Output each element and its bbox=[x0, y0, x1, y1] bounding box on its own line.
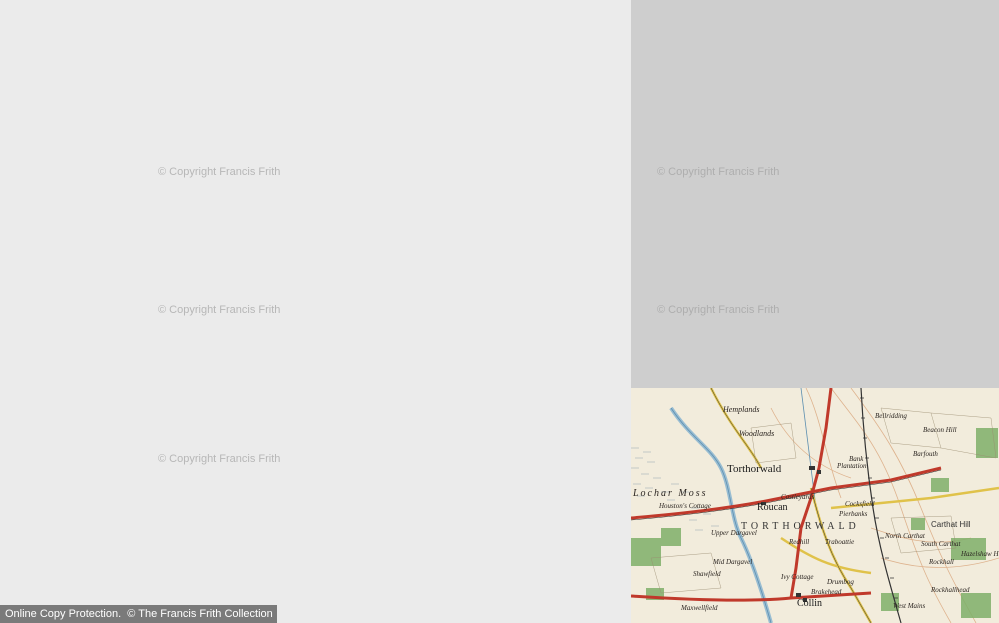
copyright-watermark: © Copyright Francis Frith bbox=[158, 453, 281, 465]
place-label: Woodlands bbox=[739, 429, 774, 438]
place-label: Plantation bbox=[836, 462, 867, 470]
collection-credit: © The Francis Frith Collection bbox=[127, 608, 273, 620]
place-label: Lochar Moss bbox=[632, 488, 708, 499]
place-label: Castleyards bbox=[781, 493, 814, 501]
place-label: Beacon Hill bbox=[923, 426, 957, 434]
place-label: South Carthat bbox=[921, 540, 962, 548]
place-label: North Carthat bbox=[884, 532, 926, 540]
copyright-footer: Online Copy Protection. © The Francis Fr… bbox=[0, 605, 277, 623]
place-label: Houston's Cottage bbox=[658, 502, 711, 510]
place-label: Carthat Hill bbox=[931, 520, 971, 529]
place-label: Rockhall bbox=[928, 558, 954, 566]
copyright-watermark: © Copyright Francis Frith bbox=[657, 166, 780, 178]
place-label: Shawfield bbox=[693, 570, 721, 578]
place-label: Redhill bbox=[788, 538, 809, 546]
copyright-watermark: © Copyright Francis Frith bbox=[158, 166, 281, 178]
place-label: Rockhallhead bbox=[930, 586, 970, 594]
protection-notice: Online Copy Protection. bbox=[5, 608, 122, 620]
parish-label: TORTHORWALD bbox=[741, 521, 860, 532]
image-placeholder-left bbox=[0, 0, 631, 623]
place-label: Brakehead bbox=[811, 588, 842, 596]
place-label: Traboattie bbox=[825, 538, 854, 546]
copyright-watermark: © Copyright Francis Frith bbox=[657, 304, 780, 316]
place-label: Mid Dargavel bbox=[712, 558, 752, 566]
map-graphic: Hemplands Woodlands Bank Plantation Tort… bbox=[631, 388, 999, 623]
place-label: Drumbog bbox=[826, 578, 854, 586]
place-label: Hazelshaw Hill bbox=[960, 550, 999, 558]
historic-map-tile[interactable]: Hemplands Woodlands Bank Plantation Tort… bbox=[631, 388, 999, 623]
place-label: Ivy Cottage bbox=[780, 573, 813, 581]
copyright-watermark: © Copyright Francis Frith bbox=[158, 304, 281, 316]
image-placeholder-right bbox=[631, 0, 999, 388]
place-label: Upper Dargavel bbox=[711, 529, 757, 537]
place-label: Maxwellfield bbox=[680, 604, 718, 612]
place-label: Roucan bbox=[757, 502, 788, 513]
place-label: Torthorwald bbox=[727, 463, 782, 475]
place-label: Collin bbox=[797, 598, 822, 609]
place-label: Bellridding bbox=[875, 412, 907, 420]
place-label: Pierbanks bbox=[838, 510, 868, 518]
place-label: Cocksfield bbox=[845, 500, 875, 508]
place-label: Barfouth bbox=[913, 450, 938, 458]
place-label: Hemplands bbox=[722, 405, 759, 414]
place-label: West Mains bbox=[893, 602, 925, 610]
map-viewer: © Copyright Francis Frith © Copyright Fr… bbox=[0, 0, 999, 623]
